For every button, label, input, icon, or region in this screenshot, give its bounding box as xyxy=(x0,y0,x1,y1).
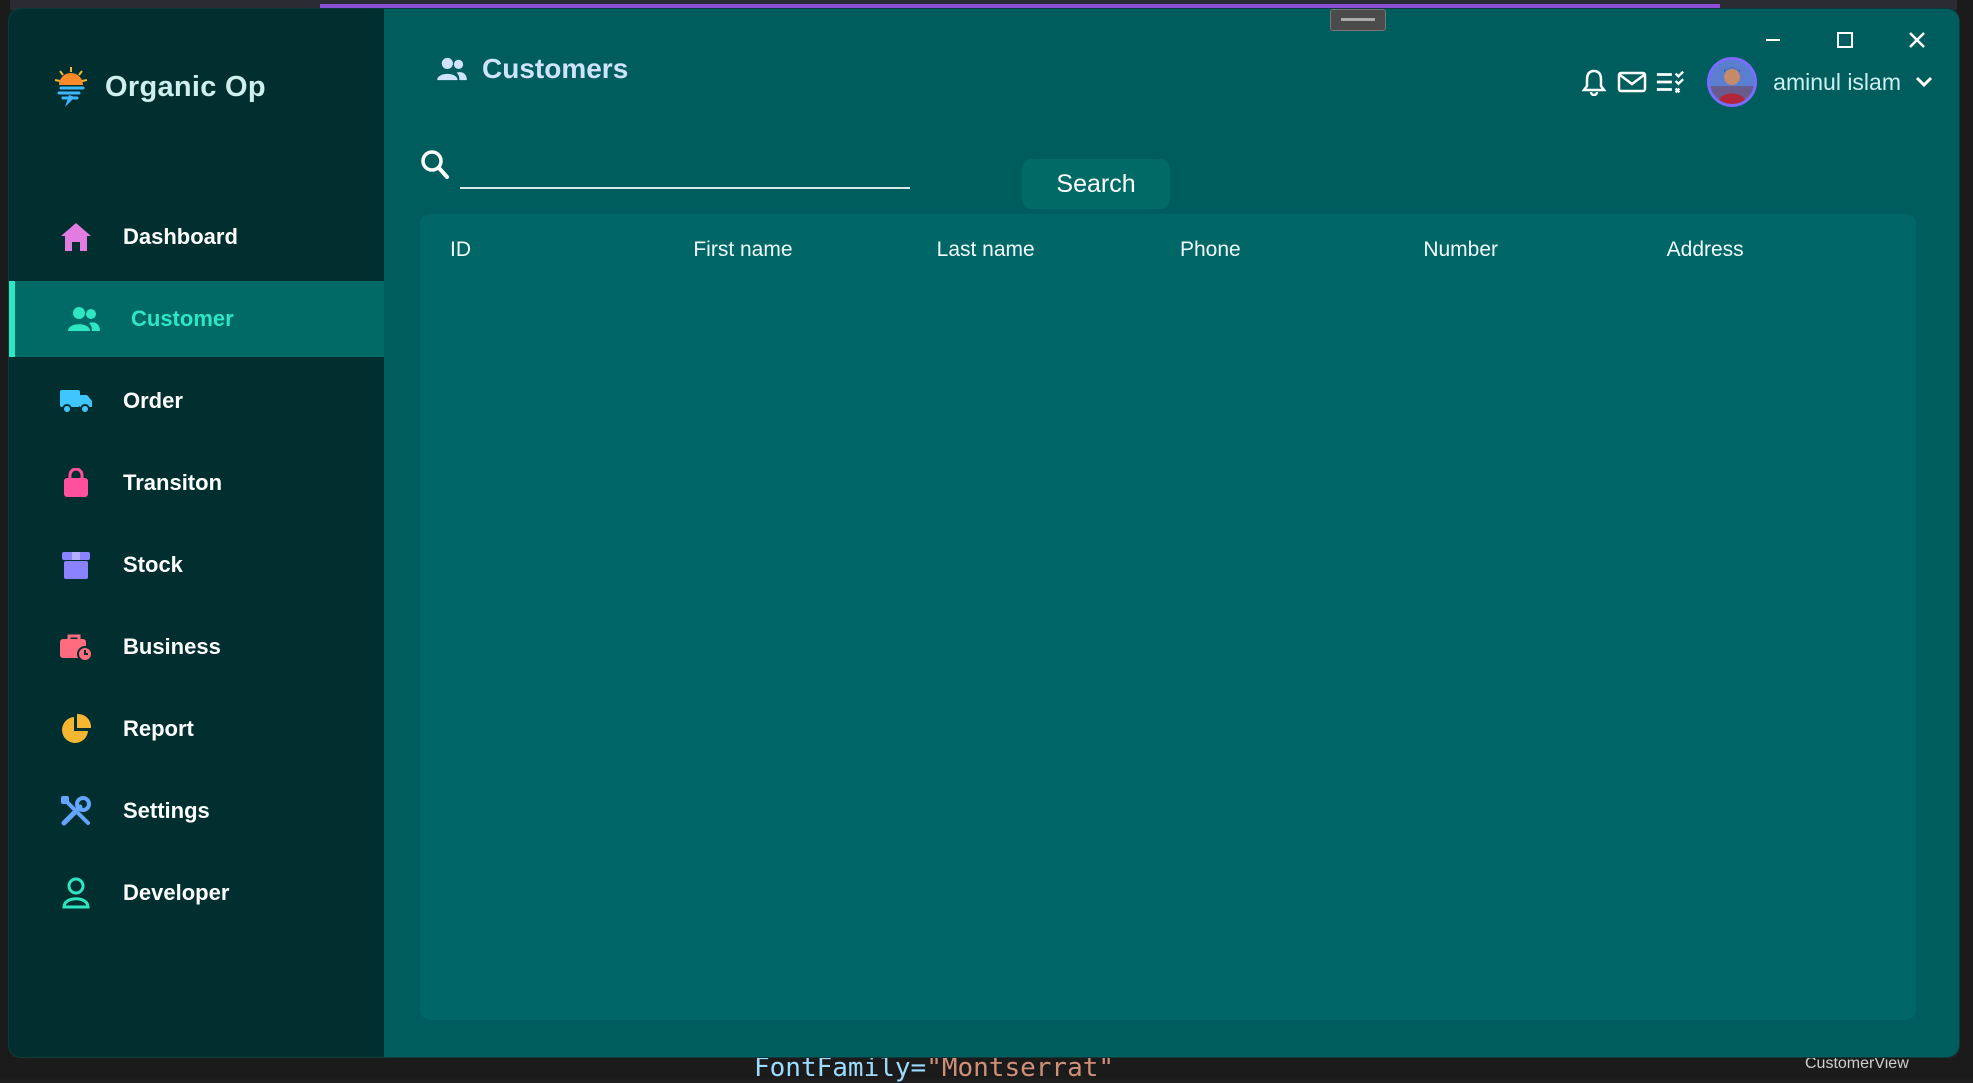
tasks-icon[interactable] xyxy=(1655,67,1685,97)
ide-code-line: FontFamily="Montserrat" xyxy=(754,1055,1114,1081)
sidebar-item-label: Order xyxy=(123,388,183,413)
shopping-bag-icon xyxy=(59,466,93,500)
ide-code-value: "Montserrat" xyxy=(926,1053,1115,1083)
sidebar-item-label: Dashboard xyxy=(123,224,238,249)
sidebar-item-label: Stock xyxy=(123,552,183,577)
users-icon xyxy=(437,57,467,81)
sidebar-item-label: Customer xyxy=(131,306,234,331)
window-drag-handle[interactable] xyxy=(1330,9,1386,31)
sidebar-item-customer[interactable]: Customer xyxy=(9,281,384,357)
users-icon xyxy=(67,302,101,336)
sidebar-item-label: Business xyxy=(123,634,221,659)
sidebar-item-stock[interactable]: Stock xyxy=(9,527,384,603)
search-icon xyxy=(420,149,450,186)
customers-table: ID First name Last name Phone Number Add… xyxy=(420,214,1916,1020)
app-name: Organic Op xyxy=(105,70,266,103)
ide-accent-line xyxy=(320,4,1720,8)
minimize-button[interactable] xyxy=(1737,21,1809,59)
ide-code-attr: FontFamily= xyxy=(754,1053,927,1083)
close-icon xyxy=(1909,32,1925,48)
column-header-phone[interactable]: Phone xyxy=(1180,238,1423,262)
ide-tab-label[interactable]: CustomerView xyxy=(1805,1055,1909,1073)
sidebar-item-order[interactable]: Order xyxy=(9,363,384,439)
search-button[interactable]: Search xyxy=(1022,159,1170,209)
window-controls xyxy=(1737,21,1953,59)
search-input[interactable] xyxy=(460,149,910,189)
truck-icon xyxy=(59,384,93,418)
logo-icon xyxy=(54,67,88,107)
sidebar-item-label: Settings xyxy=(123,798,210,823)
pie-chart-icon xyxy=(59,712,93,746)
tools-icon xyxy=(59,794,93,828)
brand: Organic Op xyxy=(53,65,266,109)
sidebar-item-label: Report xyxy=(123,716,194,741)
sidebar-item-dashboard[interactable]: Dashboard xyxy=(9,199,384,275)
mail-icon[interactable] xyxy=(1617,67,1647,97)
close-button[interactable] xyxy=(1881,21,1953,59)
sidebar-item-transiton[interactable]: Transiton xyxy=(9,445,384,521)
bell-icon[interactable] xyxy=(1579,67,1609,97)
sidebar-item-settings[interactable]: Settings xyxy=(9,773,384,849)
sidebar-item-label: Developer xyxy=(123,880,230,905)
sidebar-item-developer[interactable]: Developer xyxy=(9,855,384,931)
box-icon xyxy=(59,548,93,582)
column-header-last-name[interactable]: Last name xyxy=(937,238,1180,262)
app-window: Organic Op Dashboard Customer Order Tran… xyxy=(9,9,1959,1057)
avatar[interactable] xyxy=(1707,57,1758,107)
topbar-actions: aminul islam xyxy=(1571,57,1939,107)
page-header: Customers xyxy=(436,53,628,85)
sidebar: Organic Op Dashboard Customer Order Tran… xyxy=(9,9,384,1057)
minimize-icon xyxy=(1766,39,1780,41)
page-title: Customers xyxy=(482,53,629,84)
column-header-number[interactable]: Number xyxy=(1423,238,1666,262)
user-name[interactable]: aminul islam xyxy=(1773,69,1901,96)
briefcase-clock-icon xyxy=(59,630,93,664)
search-bar: Search xyxy=(420,149,1220,209)
sidebar-item-report[interactable]: Report xyxy=(9,691,384,767)
sidebar-item-business[interactable]: Business xyxy=(9,609,384,685)
ide-right-panel xyxy=(1957,0,1973,1078)
home-icon xyxy=(59,220,93,254)
maximize-icon xyxy=(1837,32,1853,48)
user-outline-icon xyxy=(59,876,93,910)
maximize-button[interactable] xyxy=(1809,21,1881,59)
sidebar-item-label: Transiton xyxy=(123,470,223,495)
sidebar-nav: Dashboard Customer Order Transiton Stock… xyxy=(9,199,384,937)
column-header-address[interactable]: Address xyxy=(1667,238,1910,262)
column-header-id[interactable]: ID xyxy=(450,238,693,262)
chevron-down-icon[interactable] xyxy=(1909,67,1939,97)
table-header: ID First name Last name Phone Number Add… xyxy=(450,238,1910,262)
column-header-first-name[interactable]: First name xyxy=(693,238,936,262)
main-content: Customers aminul islam Search ID First n… xyxy=(384,9,1959,1057)
